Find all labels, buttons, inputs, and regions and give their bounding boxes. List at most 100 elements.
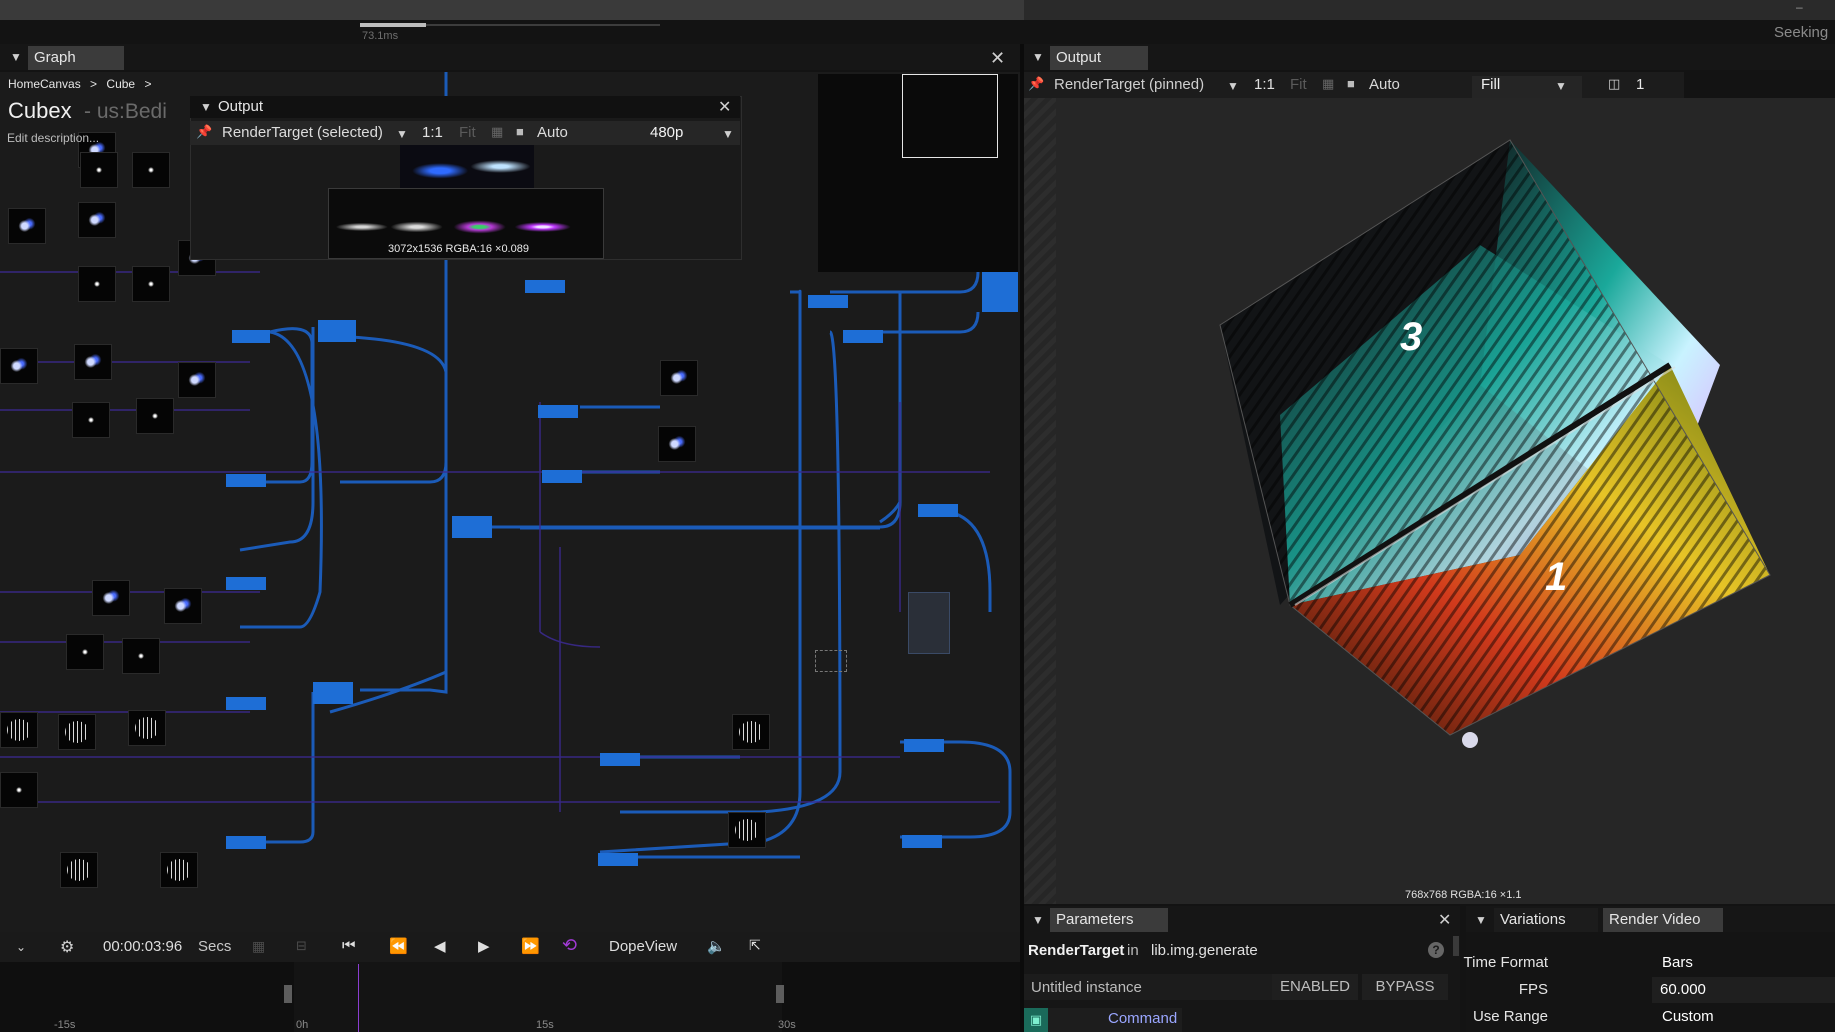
node-thumbnail[interactable]: [660, 360, 698, 396]
close-icon[interactable]: ✕: [718, 97, 731, 117]
grid-icon[interactable]: ▦: [1322, 76, 1334, 92]
graph-minimap[interactable]: [818, 74, 1018, 272]
breadcrumb-cube[interactable]: Cube: [106, 77, 135, 91]
frame-icon[interactable]: ⊟: [296, 938, 307, 954]
play-reverse-icon[interactable]: ◀: [434, 937, 446, 955]
ratio-button[interactable]: 1:1: [1254, 76, 1275, 93]
render-target-select[interactable]: RenderTarget (selected): [222, 124, 383, 141]
playhead[interactable]: [358, 964, 359, 1032]
graph-node-placeholder[interactable]: [815, 650, 847, 672]
chevron-down-icon[interactable]: ▼: [396, 127, 408, 141]
panel-menu-icon[interactable]: ▼: [1032, 50, 1044, 64]
graph-node[interactable]: [904, 739, 944, 752]
node-thumbnail[interactable]: [8, 208, 46, 244]
panel-menu-icon[interactable]: ▼: [1475, 913, 1487, 927]
graph-node[interactable]: [318, 320, 356, 342]
operator-type[interactable]: lib.img.generate: [1151, 942, 1258, 959]
skip-to-start-icon[interactable]: ⏮: [342, 937, 356, 954]
node-thumbnail[interactable]: [0, 772, 38, 808]
camera-mode-select[interactable]: Auto: [537, 124, 568, 141]
tab-graph[interactable]: Graph: [28, 46, 124, 70]
chevron-down-icon[interactable]: ▼: [1227, 79, 1239, 93]
close-icon[interactable]: ✕: [990, 48, 1005, 69]
minimap-viewport[interactable]: [902, 74, 998, 158]
graph-node[interactable]: [843, 330, 883, 343]
node-thumbnail[interactable]: [658, 426, 696, 462]
pin-icon[interactable]: 📌: [196, 124, 212, 140]
graph-node[interactable]: [542, 470, 582, 483]
breadcrumb-home[interactable]: HomeCanvas: [8, 77, 81, 91]
graph-node[interactable]: [525, 280, 565, 293]
chevron-down-icon[interactable]: ▼: [1555, 79, 1567, 93]
grid-icon[interactable]: ▦: [491, 124, 503, 140]
use-range-value[interactable]: Custom: [1662, 1008, 1714, 1025]
graph-node[interactable]: [226, 474, 266, 487]
camera-icon[interactable]: ■: [516, 124, 524, 139]
graph-node[interactable]: [600, 753, 640, 766]
fps-value[interactable]: 60.000: [1660, 981, 1706, 998]
camera-mode-select[interactable]: Auto: [1369, 76, 1400, 93]
node-thumbnail[interactable]: [0, 712, 38, 748]
node-thumbnail[interactable]: [80, 152, 118, 188]
node-thumbnail[interactable]: [732, 714, 770, 750]
node-thumbnail[interactable]: [160, 852, 198, 888]
command-label[interactable]: Command: [1108, 1010, 1177, 1027]
graph-node[interactable]: [902, 835, 942, 848]
graph-node[interactable]: [226, 697, 266, 710]
node-thumbnail[interactable]: [0, 348, 38, 384]
camera-icon[interactable]: ■: [1347, 76, 1355, 91]
fill-select[interactable]: Fill: [1481, 76, 1500, 93]
panel-menu-icon[interactable]: ▼: [10, 50, 22, 64]
pin-icon[interactable]: 📌: [1028, 76, 1044, 92]
node-thumbnail[interactable]: [74, 344, 112, 380]
graph-node[interactable]: [226, 577, 266, 590]
chevron-down-icon[interactable]: ⌄: [16, 940, 26, 954]
time-format-value[interactable]: Bars: [1662, 954, 1693, 971]
node-thumbnail[interactable]: [72, 402, 110, 438]
graph-node[interactable]: [226, 836, 266, 849]
node-thumbnail[interactable]: [136, 398, 174, 434]
graph-node[interactable]: [232, 330, 270, 343]
instance-name[interactable]: Untitled instance: [1031, 979, 1142, 996]
fit-button[interactable]: Fit: [1290, 76, 1307, 93]
enabled-button[interactable]: ENABLED: [1272, 974, 1358, 1000]
node-thumbnail[interactable]: [78, 202, 116, 238]
node-thumbnail[interactable]: [122, 638, 160, 674]
graph-node-group[interactable]: [908, 592, 950, 654]
node-thumbnail[interactable]: [78, 266, 116, 302]
node-thumbnail[interactable]: [178, 362, 216, 398]
step-forward-icon[interactable]: ⏩: [521, 937, 540, 955]
node-thumbnail[interactable]: [66, 634, 104, 670]
volume-icon[interactable]: 🔈: [707, 937, 726, 955]
snapshot-icon[interactable]: ◫: [1608, 76, 1620, 92]
node-thumbnail[interactable]: [164, 588, 202, 624]
graph-node[interactable]: [538, 405, 578, 418]
gear-icon[interactable]: ⚙: [60, 937, 74, 957]
edit-description-link[interactable]: Edit description...: [7, 131, 99, 145]
node-thumbnail[interactable]: [728, 812, 766, 848]
graph-node[interactable]: [313, 682, 353, 704]
node-thumbnail[interactable]: [128, 710, 166, 746]
collapse-icon[interactable]: ▼: [200, 100, 212, 114]
node-thumbnail[interactable]: [132, 152, 170, 188]
graph-node[interactable]: [918, 504, 958, 517]
chevron-down-icon[interactable]: ▼: [722, 127, 734, 141]
sync-icon[interactable]: ⇱: [749, 937, 761, 954]
tab-parameters[interactable]: Parameters: [1050, 908, 1168, 932]
graph-node[interactable]: [598, 853, 638, 866]
panel-menu-icon[interactable]: ▼: [1032, 913, 1044, 927]
fit-button[interactable]: Fit: [459, 124, 476, 141]
node-thumbnail[interactable]: [60, 852, 98, 888]
minimize-button[interactable]: –: [1796, 0, 1803, 14]
step-back-icon[interactable]: ⏪: [389, 937, 408, 955]
play-icon[interactable]: ▶: [478, 937, 490, 955]
graph-node[interactable]: [808, 295, 848, 308]
scrollbar[interactable]: [1453, 936, 1459, 956]
graph-node[interactable]: [982, 272, 1018, 312]
node-thumbnail[interactable]: [58, 714, 96, 750]
loop-icon[interactable]: ⟲: [562, 935, 577, 956]
range-start-handle[interactable]: [284, 985, 292, 1003]
node-thumbnail[interactable]: [132, 266, 170, 302]
close-icon[interactable]: ✕: [1438, 910, 1451, 930]
ratio-button[interactable]: 1:1: [422, 124, 443, 141]
